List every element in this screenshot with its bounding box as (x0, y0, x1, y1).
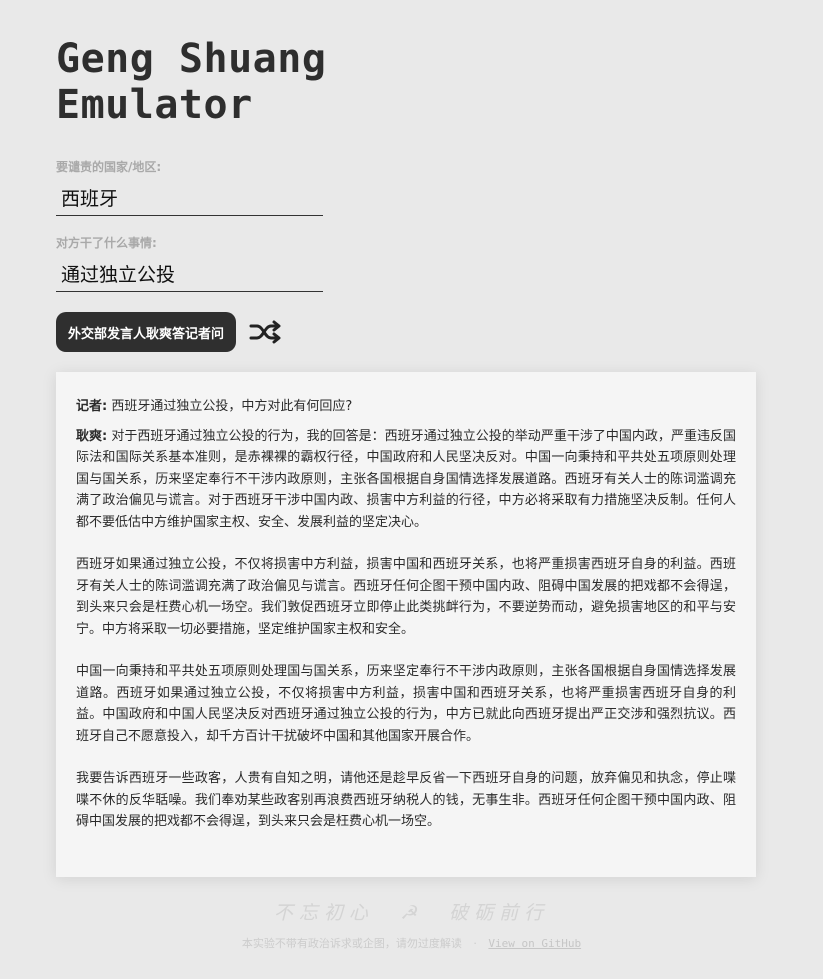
answer-paragraph: 我要告诉西班牙一些政客，人贵有自知之明，请他还是趁早反省一下西班牙自身的问题，放… (76, 771, 736, 829)
answer-paragraph: 耿爽: 对于西班牙通过独立公投的行为，我的回答是：西班牙通过独立公投的举动严重干… (76, 426, 736, 534)
answer-paragraph: 中国一向秉持和平共处五项原则处理国与国关系，历来坚定奉行不干涉内政原则，主张各国… (76, 664, 736, 744)
shuffle-icon[interactable] (249, 318, 283, 346)
footer-separator: · (473, 937, 477, 950)
question-text: 西班牙通过独立公投，中方对此有何回应? (111, 399, 353, 414)
footer: 本实验不带有政治诉求或企图，请勿过度解读 · View on GitHub (0, 935, 823, 951)
motto-left: 不忘初心 (273, 902, 374, 924)
answer-paragraph-text: 对于西班牙通过独立公投的行为，我的回答是：西班牙通过独立公投的举动严重干涉了中国… (76, 428, 736, 530)
app-title: Geng Shuang Emulator (56, 36, 756, 128)
github-link[interactable]: View on GitHub (488, 937, 581, 950)
reporter-question: 记者: 西班牙通过独立公投，中方对此有何回应? (76, 396, 736, 418)
hammer-sickle-icon: ☭ (399, 902, 424, 924)
country-label: 要谴责的国家/地区: (56, 160, 162, 174)
action-label: 对方干了什么事情: (56, 236, 157, 250)
action-input[interactable] (56, 256, 323, 292)
main-container: Geng Shuang Emulator 要谴责的国家/地区: 对方干了什么事情… (56, 36, 756, 877)
motto-right: 破砺前行 (449, 902, 550, 924)
speaker-label: 耿爽: (76, 428, 108, 444)
app-title-line2: Emulator (56, 82, 253, 128)
generate-answer-button[interactable]: 外交部发言人耿爽答记者问 (56, 312, 237, 352)
action-bar: 外交部发言人耿爽答记者问 (56, 312, 756, 352)
disclaimer-text: 本实验不带有政治诉求或企图，请勿过度解读 (241, 937, 462, 950)
answer-card: 记者: 西班牙通过独立公投，中方对此有何回应? 耿爽: 对于西班牙通过独立公投的… (56, 372, 756, 877)
answer-paragraph: 西班牙如果通过独立公投，不仅将损害中方利益，损害中国和西班牙关系，也将严重损害西… (76, 557, 736, 637)
motto: 不忘初心 ☭ 破砺前行 (0, 898, 823, 925)
country-input[interactable] (56, 180, 323, 216)
reporter-label: 记者: (76, 399, 108, 414)
app-title-line1: Geng Shuang (56, 36, 327, 82)
